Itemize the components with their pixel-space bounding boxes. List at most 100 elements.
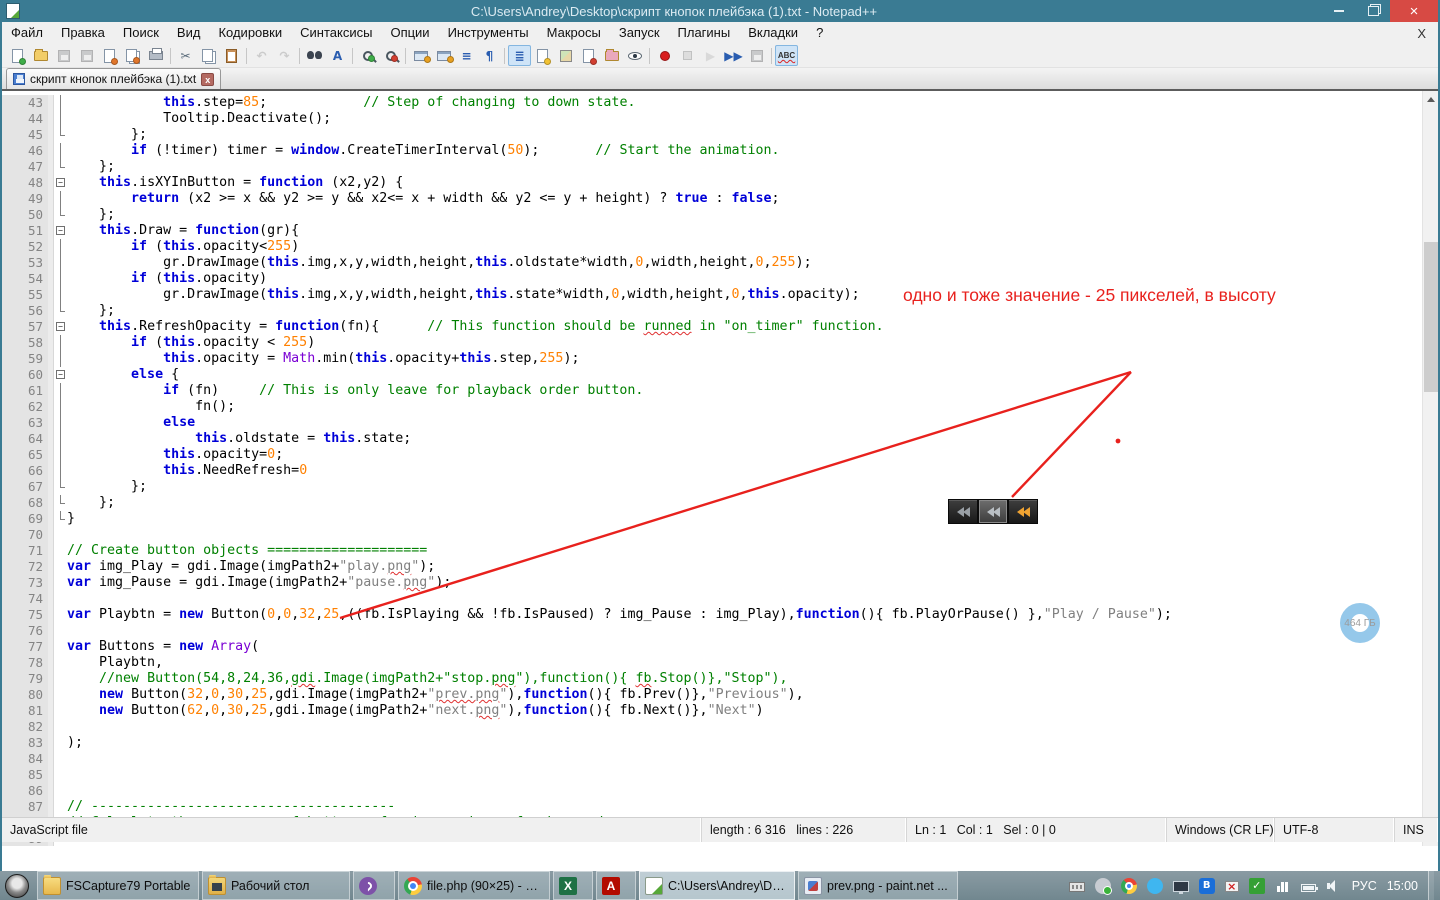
code-line[interactable]: 57− this.RefreshOpacity = function(fn){ … (2, 319, 1422, 335)
code-line[interactable]: 53 gr.DrawImage(this.img,x,y,width,heigh… (2, 255, 1422, 271)
menu-item-1[interactable]: Правка (52, 22, 114, 44)
action-icon[interactable] (1225, 881, 1239, 892)
battery-icon[interactable] (1301, 884, 1316, 892)
menu-item-3[interactable]: Вид (168, 22, 210, 44)
code-line[interactable]: 47 }; (2, 159, 1422, 175)
paste-icon[interactable] (220, 45, 243, 66)
minimize-button[interactable] (1322, 0, 1356, 22)
record-macro-icon[interactable] (653, 45, 676, 66)
code-line[interactable]: 80 new Button(32,0,30,25,gdi.Image(imgPa… (2, 687, 1422, 703)
code-line[interactable]: 82 (2, 719, 1422, 735)
vertical-scrollbar[interactable] (1422, 91, 1438, 846)
file-monitoring-icon[interactable] (623, 45, 646, 66)
code-line[interactable]: 63 else (2, 415, 1422, 431)
tab-current-document[interactable]: скрипт кнопок плейбэка (1).txt x (6, 68, 221, 89)
display-icon[interactable] (1173, 881, 1189, 892)
status-insert-mode[interactable]: INS (1395, 818, 1438, 842)
open-file-icon[interactable] (29, 45, 52, 66)
code-line[interactable]: 76 (2, 623, 1422, 639)
status-encoding[interactable]: UTF-8 (1275, 818, 1395, 842)
start-button[interactable] (0, 871, 34, 900)
code-line[interactable]: 85 (2, 767, 1422, 783)
task-viber[interactable] (353, 871, 395, 900)
code-line[interactable]: 83); (2, 735, 1422, 751)
code-line[interactable]: 81 new Button(62,0,30,25,gdi.Image(imgPa… (2, 703, 1422, 719)
menu-item-11[interactable]: Вкладки (739, 22, 807, 44)
code-line[interactable]: 67 }; (2, 479, 1422, 495)
code-line[interactable]: 51− this.Draw = function(gr){ (2, 223, 1422, 239)
code-line[interactable]: 59 this.opacity = Math.min(this.opacity+… (2, 351, 1422, 367)
status-eol-format[interactable]: Windows (CR LF) (1167, 818, 1275, 842)
code-line[interactable]: 69} (2, 511, 1422, 527)
code-line[interactable]: 61 if (fn) // This is only leave for pla… (2, 383, 1422, 399)
run-macro-multiple-icon[interactable]: ▶▶ (722, 45, 745, 66)
task-paintnet[interactable]: prev.png - paint.net ... (798, 871, 958, 900)
menu-item-6[interactable]: Опции (381, 22, 438, 44)
menu-item-2[interactable]: Поиск (114, 22, 168, 44)
task-excel[interactable] (553, 871, 593, 900)
language-indicator[interactable]: РУС (1352, 879, 1377, 893)
sync-vertical-icon[interactable] (409, 45, 432, 66)
code-line[interactable]: 87// -----------------------------------… (2, 799, 1422, 815)
clock[interactable]: 15:00 (1387, 879, 1418, 893)
code-line[interactable]: 75var Playbtn = new Button(0,0,32,25,((f… (2, 607, 1422, 623)
run-script-icon[interactable] (577, 45, 600, 66)
code-line[interactable]: 73var img_Pause = gdi.Image(imgPath2+"pa… (2, 575, 1422, 591)
code-line[interactable]: 50 }; (2, 207, 1422, 223)
sync-horizontal-icon[interactable] (432, 45, 455, 66)
fold-collapse-box[interactable]: − (56, 322, 65, 331)
scrollbar-thumb[interactable] (1424, 242, 1438, 392)
code-line[interactable]: 44 Tooltip.Deactivate(); (2, 111, 1422, 127)
code-line[interactable]: 79 //new Button(54,8,24,36,gdi.Image(img… (2, 671, 1422, 687)
code-line[interactable]: 52 if (this.opacity<255) (2, 239, 1422, 255)
code-line[interactable]: 78 Playbtn, (2, 655, 1422, 671)
onedrive-icon[interactable] (1147, 878, 1163, 894)
chrome-small-icon[interactable] (1121, 878, 1137, 894)
indent-guide-icon[interactable]: ≣ (508, 45, 531, 66)
code-line[interactable]: 58 if (this.opacity < 255) (2, 335, 1422, 351)
find-icon[interactable] (303, 45, 326, 66)
task-acrobat[interactable] (596, 871, 636, 900)
task-desktop-toolbar[interactable]: Рабочий стол (202, 871, 350, 900)
security-icon[interactable] (1249, 878, 1265, 894)
zoom-out-icon[interactable] (379, 45, 402, 66)
code-line[interactable]: 68 }; (2, 495, 1422, 511)
tab-close-icon[interactable]: x (201, 73, 214, 86)
show-all-chars-icon[interactable]: ¶ (478, 45, 501, 66)
replace-icon[interactable]: A (326, 45, 349, 66)
close-icon[interactable] (98, 45, 121, 66)
code-line[interactable]: 77var Buttons = new Array( (2, 639, 1422, 655)
function-list-icon[interactable] (531, 45, 554, 66)
menu-item-9[interactable]: Запуск (610, 22, 669, 44)
agent-icon[interactable] (1095, 878, 1111, 894)
keyboard-icon[interactable] (1069, 882, 1085, 892)
cut-icon[interactable]: ✂ (174, 45, 197, 66)
code-line[interactable]: 43 this.step=85; // Step of changing to … (2, 95, 1422, 111)
code-line[interactable]: 66 this.NeedRefresh=0 (2, 463, 1422, 479)
menu-item-10[interactable]: Плагины (669, 22, 740, 44)
copy-icon[interactable] (197, 45, 220, 66)
close-all-icon[interactable] (121, 45, 144, 66)
editor-area[interactable]: 43 this.step=85; // Step of changing to … (2, 91, 1438, 846)
show-desktop-button[interactable] (1428, 871, 1434, 900)
task-fscapture[interactable]: FSCapture79 Portable (37, 871, 199, 900)
document-map-icon[interactable] (554, 45, 577, 66)
code-line[interactable]: 72var img_Play = gdi.Image(imgPath2+"pla… (2, 559, 1422, 575)
fold-collapse-box[interactable]: − (56, 226, 65, 235)
folder-workspace-icon[interactable] (600, 45, 623, 66)
restore-button[interactable] (1356, 0, 1390, 22)
code-line[interactable]: 46 if (!timer) timer = window.CreateTime… (2, 143, 1422, 159)
disk-usage-gadget[interactable]: 464 ГБ (1340, 603, 1380, 643)
code-line[interactable]: 84 (2, 751, 1422, 767)
code-line[interactable]: 62 fn(); (2, 399, 1422, 415)
network-icon[interactable] (1275, 878, 1291, 894)
code-line[interactable]: 45 }; (2, 127, 1422, 143)
code-line[interactable]: 74 (2, 591, 1422, 607)
code-line[interactable]: 49 return (x2 >= x && y2 >= y && x2<= x … (2, 191, 1422, 207)
code-line[interactable]: 71// Create button objects =============… (2, 543, 1422, 559)
fold-collapse-box[interactable]: − (56, 370, 65, 379)
task-notepadpp[interactable]: C:\Users\Andrey\Des... (639, 871, 795, 900)
word-wrap-icon[interactable]: ≡ (455, 45, 478, 66)
bluetooth-icon[interactable] (1199, 878, 1215, 894)
scroll-up-arrow[interactable] (1423, 91, 1438, 107)
